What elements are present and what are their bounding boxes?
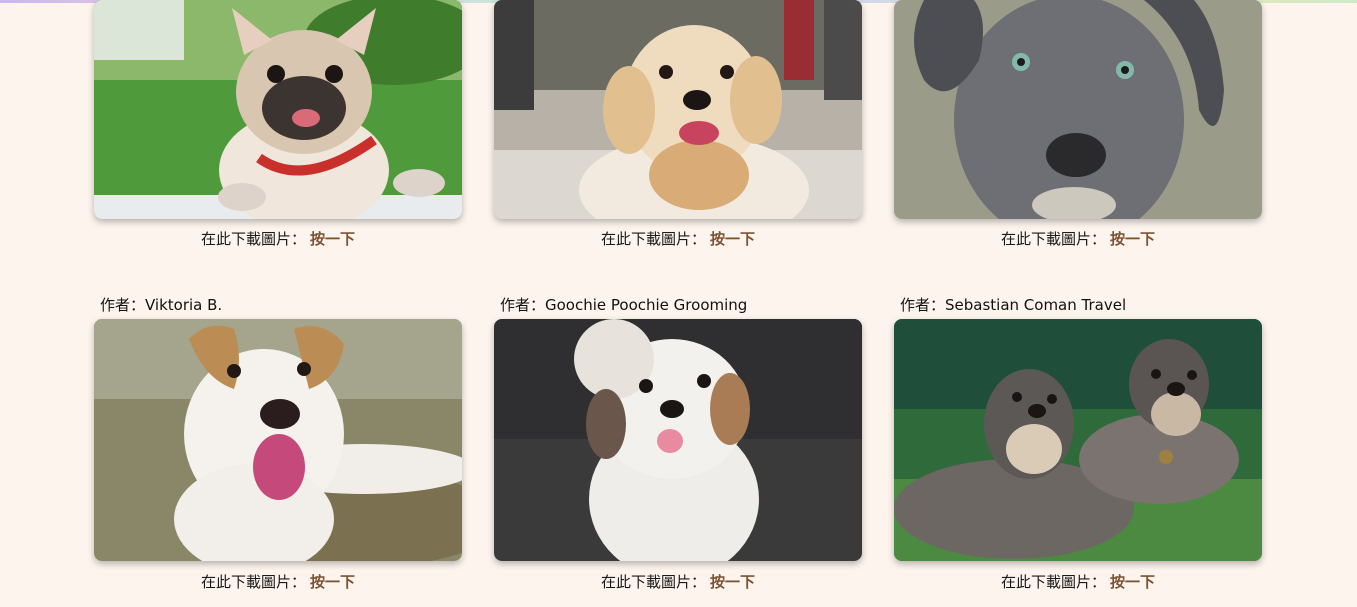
download-line: 在此下載圖片： 按一下 [494, 228, 862, 249]
dog-photo[interactable] [94, 319, 462, 561]
download-link[interactable]: 按一下 [710, 573, 755, 591]
download-prefix: 在此下載圖片： [200, 573, 306, 591]
pit-mix-image [94, 319, 462, 561]
download-link[interactable]: 按一下 [1110, 573, 1155, 591]
dog-photo[interactable] [494, 0, 862, 219]
author-credit: 作者：Goochie Poochie Grooming [500, 296, 748, 314]
author-credit: 作者：Sebastian Coman Travel [900, 296, 1127, 314]
download-line: 在此下載圖片： 按一下 [894, 228, 1262, 249]
download-link[interactable]: 按一下 [310, 230, 355, 248]
dog-photo[interactable] [94, 0, 462, 219]
shih-tzu-image [494, 319, 862, 561]
download-line: 在此下載圖片： 按一下 [94, 228, 462, 249]
schnauzers-image [894, 319, 1262, 561]
download-prefix: 在此下載圖片： [200, 230, 306, 248]
dog-photo[interactable] [494, 319, 862, 561]
dog-photo[interactable] [894, 0, 1262, 219]
great-dane-image [894, 0, 1262, 219]
download-line: 在此下載圖片： 按一下 [894, 571, 1262, 592]
download-link[interactable]: 按一下 [710, 230, 755, 248]
download-line: 在此下載圖片： 按一下 [94, 571, 462, 592]
download-prefix: 在此下載圖片： [600, 573, 706, 591]
download-prefix: 在此下載圖片： [1000, 230, 1106, 248]
author-credit: 作者：Viktoria B. [100, 296, 223, 314]
download-link[interactable]: 按一下 [310, 573, 355, 591]
download-link[interactable]: 按一下 [1110, 230, 1155, 248]
download-prefix: 在此下載圖片： [600, 230, 706, 248]
dog-photo[interactable] [894, 319, 1262, 561]
download-line: 在此下載圖片： 按一下 [494, 571, 862, 592]
download-prefix: 在此下載圖片： [1000, 573, 1106, 591]
french-bulldog-image [94, 0, 462, 219]
golden-retriever-image [494, 0, 862, 219]
